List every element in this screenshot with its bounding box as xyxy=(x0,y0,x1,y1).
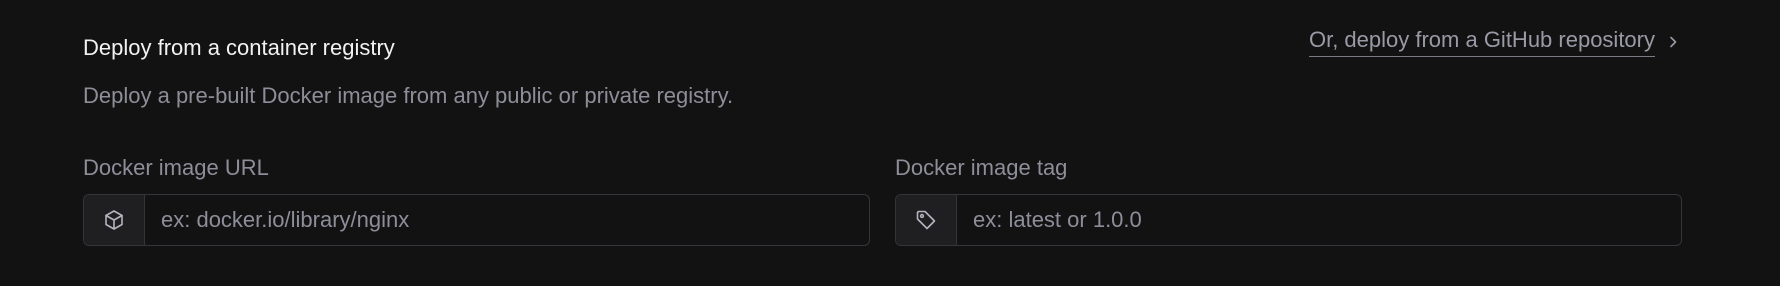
docker-image-tag-input[interactable] xyxy=(957,195,1681,245)
tag-icon xyxy=(914,208,938,232)
section-description: Deploy a pre-built Docker image from any… xyxy=(83,83,734,108)
container-registry-panel: Deploy from a container registry Or, dep… xyxy=(83,0,1682,286)
package-icon xyxy=(102,208,126,232)
docker-image-url-input[interactable] xyxy=(145,195,869,245)
docker-image-tag-input-group xyxy=(895,194,1682,246)
docker-image-url-input-group xyxy=(83,194,870,246)
docker-image-url-field: Docker image URL xyxy=(83,154,870,246)
section-title: Deploy from a container registry xyxy=(83,35,395,60)
docker-image-url-addon xyxy=(84,195,145,245)
docker-image-tag-field: Docker image tag xyxy=(895,154,1682,246)
docker-image-tag-addon xyxy=(896,195,957,245)
deploy-from-github-link[interactable]: Or, deploy from a GitHub repository xyxy=(1308,26,1681,57)
github-link-label[interactable]: Or, deploy from a GitHub repository xyxy=(1308,26,1655,57)
chevron-right-icon xyxy=(1665,34,1681,50)
docker-image-tag-label: Docker image tag xyxy=(895,155,1068,180)
docker-image-url-label: Docker image URL xyxy=(83,155,269,180)
